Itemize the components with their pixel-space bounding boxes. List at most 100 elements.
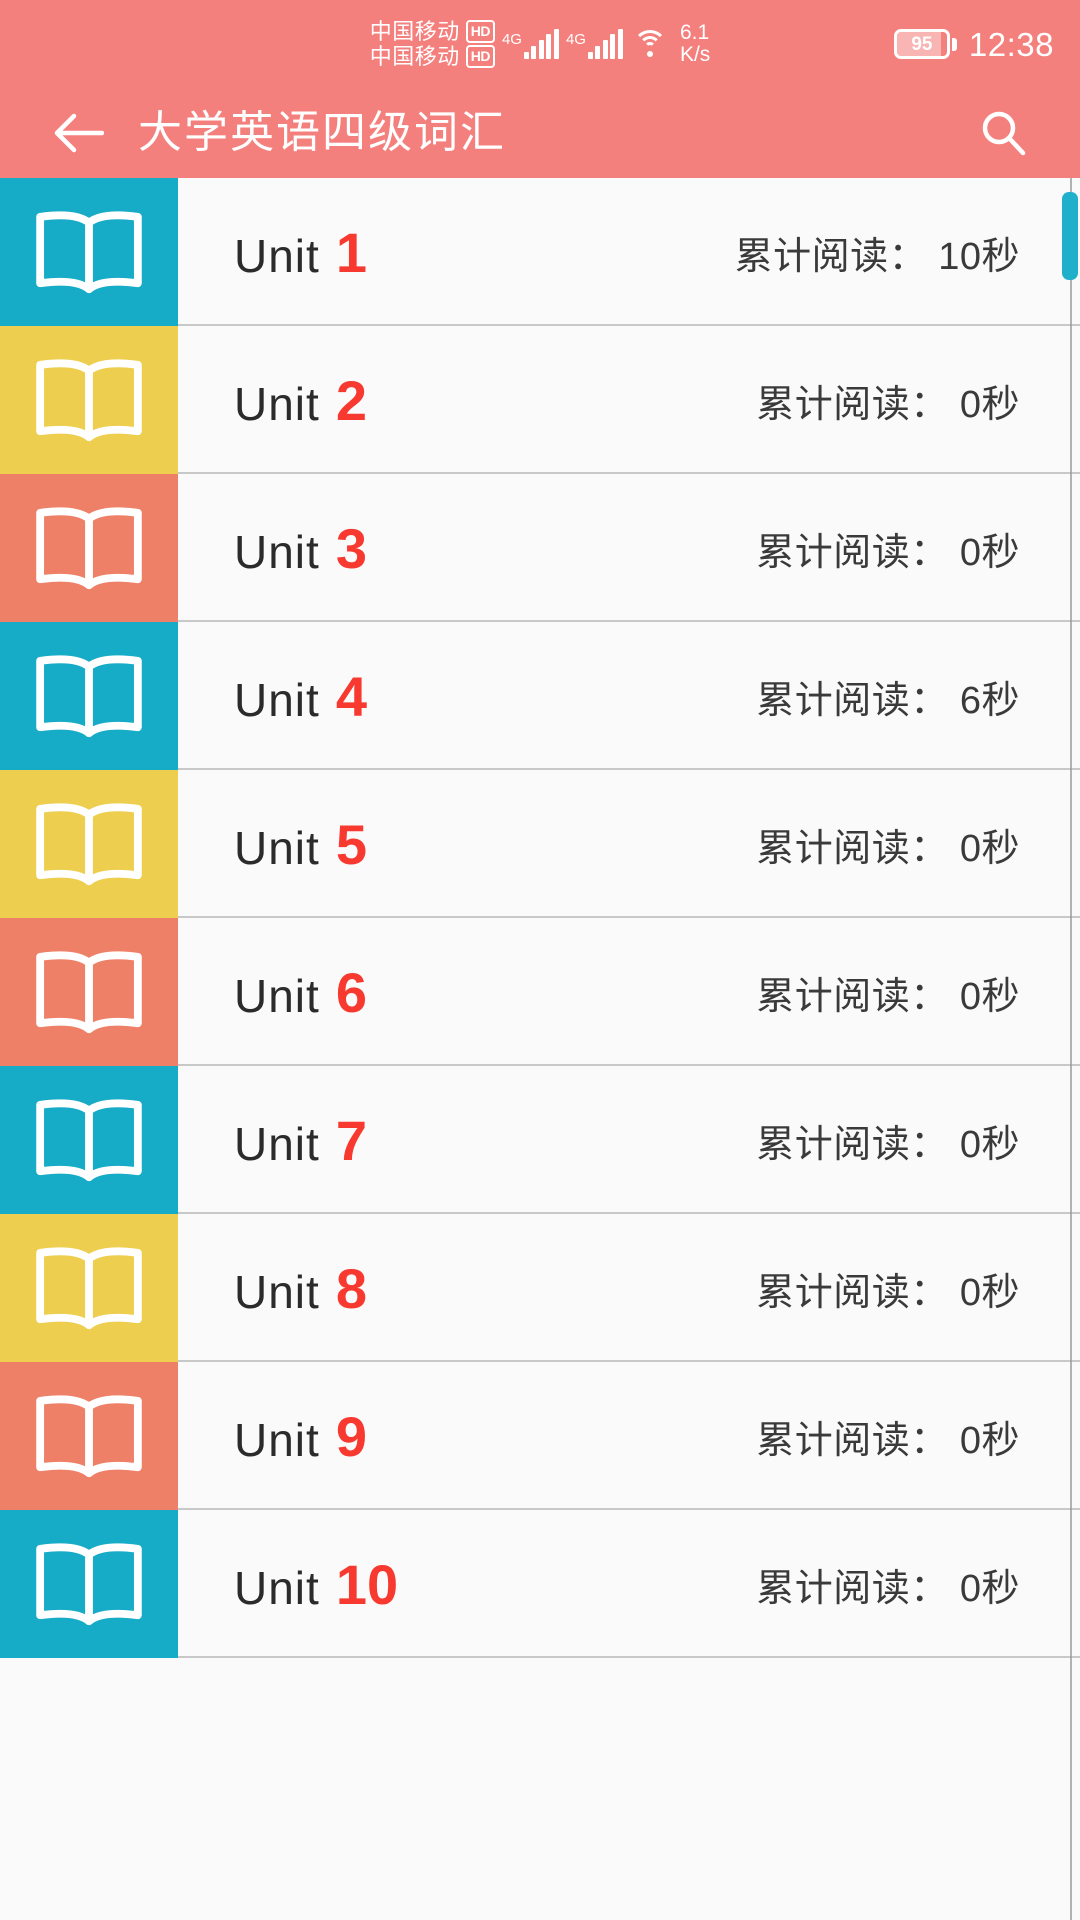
carrier-stack: 中国移动 HD 中国移动 HD [369, 20, 495, 69]
unit-tile [0, 918, 178, 1066]
unit-list-item[interactable]: Unit 1 累计阅读： 10秒 [0, 178, 1080, 326]
back-button[interactable] [28, 88, 128, 178]
unit-list-item[interactable]: Unit 3 累计阅读： 0秒 [0, 474, 1080, 622]
unit-word: Unit [234, 821, 320, 874]
unit-number: 9 [335, 1404, 367, 1468]
status-bar-center-group: 中国移动 HD 中国移动 HD 4G 4G 6.1 K/s [370, 20, 711, 67]
open-book-icon [36, 1395, 142, 1478]
unit-word: Unit [234, 1265, 320, 1318]
unit-number: 8 [335, 1256, 367, 1320]
cumulative-reading-stat: 累计阅读： 10秒 [734, 235, 1020, 278]
unit-title: Unit 5 [234, 812, 367, 877]
unit-tile [0, 474, 178, 622]
unit-word: Unit [234, 1117, 320, 1170]
unit-list-item[interactable]: Unit 4 累计阅读： 6秒 [0, 622, 1080, 770]
unit-tile [0, 622, 178, 770]
unit-number: 4 [335, 664, 367, 728]
open-book-icon [36, 1247, 142, 1330]
search-button[interactable] [958, 88, 1048, 178]
unit-number: 10 [335, 1552, 399, 1616]
network-speed: 6.1 K/s [679, 20, 711, 67]
unit-title: Unit 7 [234, 1108, 367, 1173]
cumulative-reading-stat: 累计阅读： 0秒 [756, 1123, 1020, 1166]
unit-row-body: Unit 7 累计阅读： 0秒 [178, 1066, 1080, 1214]
open-book-icon [36, 803, 142, 886]
unit-list-item[interactable]: Unit 6 累计阅读： 0秒 [0, 918, 1080, 1066]
network-speed-unit: K/s [679, 43, 711, 66]
unit-list[interactable]: Unit 1 累计阅读： 10秒 Unit 2 累计阅读： 0秒 Unit 3 累计阅读： 0秒… [0, 178, 1080, 1920]
unit-row-body: Unit 10 累计阅读： 0秒 [178, 1510, 1080, 1658]
cumulative-reading-stat: 累计阅读： 0秒 [756, 975, 1020, 1018]
hd-badge-sim2: HD [465, 44, 495, 68]
unit-list-item[interactable]: Unit 10 累计阅读： 0秒 [0, 1510, 1080, 1658]
network-type-label-sim1: 4G [501, 31, 522, 48]
cumulative-reading-stat: 累计阅读： 6秒 [756, 679, 1020, 722]
cumulative-reading-stat: 累计阅读： 0秒 [756, 1567, 1020, 1610]
unit-tile [0, 1066, 178, 1214]
unit-number: 5 [335, 812, 367, 876]
unit-row-body: Unit 3 累计阅读： 0秒 [178, 474, 1080, 622]
signal-group-sim1: 4G [502, 29, 559, 59]
scrollbar-thumb[interactable] [1062, 192, 1078, 280]
status-bar-clock: 12:38 [968, 25, 1054, 63]
cumulative-reading-stat: 累计阅读： 0秒 [756, 1271, 1020, 1314]
open-book-icon [36, 1543, 142, 1626]
carrier-line-sim1: 中国移动 HD [370, 20, 495, 44]
unit-title: Unit 3 [234, 516, 367, 581]
hd-badge-sim1: HD [465, 20, 495, 44]
scrollbar-track[interactable] [1070, 178, 1072, 1920]
unit-list-item[interactable]: Unit 7 累计阅读： 0秒 [0, 1066, 1080, 1214]
app-root: 中国移动 HD 中国移动 HD 4G 4G 6.1 K/s 95 12:38 大… [0, 0, 1080, 1920]
unit-title: Unit 10 [234, 1552, 398, 1617]
unit-title: Unit 9 [234, 1404, 367, 1469]
network-type-label-sim2: 4G [565, 31, 586, 48]
cumulative-reading-stat: 累计阅读： 0秒 [756, 1419, 1020, 1462]
unit-tile [0, 326, 178, 474]
app-bar: 大学英语四级词汇 [0, 88, 1080, 178]
signal-group-sim2: 4G [566, 29, 623, 59]
network-speed-value: 6.1 [679, 20, 710, 44]
unit-number: 3 [335, 516, 367, 580]
unit-tile [0, 1214, 178, 1362]
unit-row-body: Unit 9 累计阅读： 0秒 [178, 1362, 1080, 1510]
open-book-icon [36, 211, 142, 294]
unit-number: 7 [335, 1108, 367, 1172]
unit-list-rows: Unit 1 累计阅读： 10秒 Unit 2 累计阅读： 0秒 Unit 3 累计阅读： 0秒… [0, 178, 1080, 1658]
open-book-icon [36, 655, 142, 738]
unit-word: Unit [234, 1561, 320, 1614]
battery-percent-label: 95 [911, 33, 933, 55]
unit-word: Unit [234, 525, 320, 578]
back-arrow-icon [54, 113, 104, 153]
unit-row-body: Unit 5 累计阅读： 0秒 [178, 770, 1080, 918]
unit-word: Unit [234, 229, 320, 282]
unit-word: Unit [234, 1413, 320, 1466]
carrier-name-sim2: 中国移动 [369, 43, 460, 69]
open-book-icon [36, 359, 142, 442]
unit-row-body: Unit 2 累计阅读： 0秒 [178, 326, 1080, 474]
unit-title: Unit 1 [234, 220, 367, 285]
unit-row-body: Unit 8 累计阅读： 0秒 [178, 1214, 1080, 1362]
unit-tile [0, 1362, 178, 1510]
unit-row-body: Unit 6 累计阅读： 0秒 [178, 918, 1080, 1066]
open-book-icon [36, 507, 142, 590]
unit-tile [0, 1510, 178, 1658]
carrier-line-sim2: 中国移动 HD [369, 43, 495, 69]
unit-number: 1 [335, 220, 367, 284]
unit-number: 2 [335, 368, 367, 432]
unit-row-body: Unit 1 累计阅读： 10秒 [178, 178, 1080, 326]
unit-list-item[interactable]: Unit 9 累计阅读： 0秒 [0, 1362, 1080, 1510]
unit-row-body: Unit 4 累计阅读： 6秒 [178, 622, 1080, 770]
unit-list-item[interactable]: Unit 8 累计阅读： 0秒 [0, 1214, 1080, 1362]
wifi-icon [632, 28, 668, 58]
cumulative-reading-stat: 累计阅读： 0秒 [756, 383, 1020, 426]
status-bar: 中国移动 HD 中国移动 HD 4G 4G 6.1 K/s 95 12:38 [0, 0, 1080, 88]
unit-list-item[interactable]: Unit 5 累计阅读： 0秒 [0, 770, 1080, 918]
unit-word: Unit [234, 969, 320, 1022]
unit-title: Unit 6 [234, 960, 367, 1025]
search-icon [982, 111, 1026, 156]
status-bar-right-group: 95 12:38 [893, 0, 1054, 88]
open-book-icon [36, 951, 142, 1034]
unit-tile [0, 770, 178, 918]
signal-bars-icon-sim1 [523, 29, 559, 59]
unit-list-item[interactable]: Unit 2 累计阅读： 0秒 [0, 326, 1080, 474]
